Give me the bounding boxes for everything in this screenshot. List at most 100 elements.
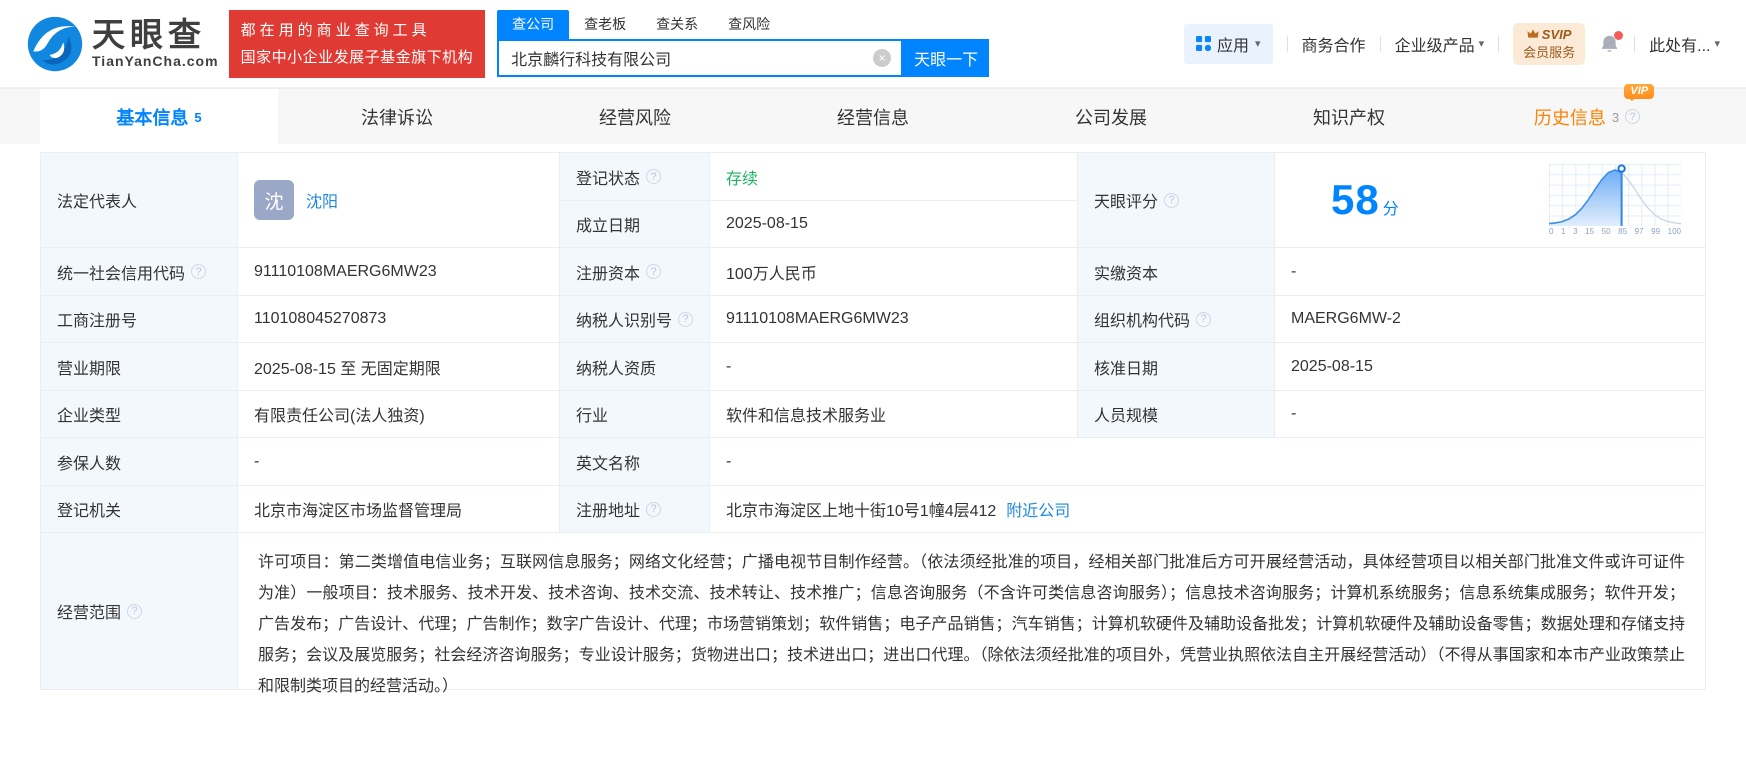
help-icon[interactable]: ? (678, 311, 693, 327)
tab-count-badge: 3 (1611, 109, 1620, 125)
tick-label: 99 (1651, 227, 1661, 236)
field-label-reg-authority: 登记机关 (41, 486, 238, 533)
value-text: 100万人民币 (726, 265, 817, 283)
status-badge: 存续 (726, 170, 759, 188)
help-icon[interactable]: ? (1625, 109, 1641, 124)
tick-label: 3 (1573, 227, 1578, 236)
curve-fill (1549, 170, 1622, 226)
chevron-down-icon: ▾ (1714, 38, 1720, 50)
field-label-business-term: 营业期限 (41, 343, 238, 391)
tick-label: 1 (1561, 227, 1566, 236)
help-icon[interactable]: ? (1164, 192, 1180, 208)
tab-count-badge: 5 (194, 109, 202, 125)
field-label-uscc: 统一社会信用代码 ? (41, 248, 238, 296)
field-label-org-code: 组织机构代码 ? (1078, 296, 1275, 343)
label-text: 英文名称 (576, 455, 641, 473)
tab-basic-info[interactable]: 基本信息 5 (40, 89, 278, 144)
clear-icon[interactable]: × (873, 48, 892, 67)
field-value-taxpayer-id: 91110108MAERG6MW23 (710, 296, 1078, 343)
apps-menu[interactable]: 应用 ▾ (1184, 23, 1273, 64)
apps-label: 应用 (1217, 37, 1250, 55)
field-label-reg-no: 工商注册号 (41, 296, 238, 343)
field-value-org-code: MAERG6MW-2 (1275, 296, 1705, 343)
search-tab-company[interactable]: 查公司 (497, 9, 570, 39)
svip-member-button[interactable]: SVIP 会员服务 (1513, 22, 1586, 65)
field-value-industry: 软件和信息技术服务业 (710, 391, 1078, 438)
search-area: 查公司 查老板 查关系 查风险 × 天眼一下 (497, 9, 990, 77)
label-text: 成立日期 (576, 218, 641, 235)
help-icon[interactable]: ? (191, 264, 207, 279)
chart-x-axis: 0 1 3 15 50 85 97 99 100 (1549, 228, 1681, 236)
nav-account-menu[interactable]: 此处有... ▾ (1649, 32, 1720, 56)
tab-company-development[interactable]: 公司发展 (992, 89, 1230, 144)
divider (1379, 35, 1381, 52)
value-text: 91110108MAERG6MW23 (726, 310, 909, 327)
label-text: 企业类型 (57, 408, 122, 425)
help-icon[interactable]: ? (1196, 311, 1212, 327)
search-tab-relation[interactable]: 查关系 (641, 10, 713, 39)
notifications-button[interactable] (1599, 30, 1624, 55)
field-label-company-type: 企业类型 (41, 391, 238, 438)
search-tab-boss[interactable]: 查老板 (569, 10, 641, 39)
nav-business-cooperation[interactable]: 商务合作 (1302, 32, 1366, 56)
search-button[interactable]: 天眼一下 (903, 38, 990, 77)
score-marker-pin (1617, 164, 1626, 173)
nav-enterprise-products[interactable]: 企业级产品 ▾ (1395, 32, 1485, 56)
label-text: 注册资本 (576, 265, 641, 283)
crown-icon (1527, 29, 1539, 38)
field-value-reg-no: 110108045270873 (238, 296, 560, 343)
tab-operating-info[interactable]: 经营信息 (754, 89, 992, 144)
score-value: 58 (1331, 176, 1380, 223)
legal-rep-link[interactable]: 沈阳 (306, 188, 338, 212)
label-text: 纳税人识别号 (576, 313, 673, 330)
help-icon[interactable]: ? (646, 264, 662, 279)
tab-operating-risk[interactable]: 经营风险 (516, 89, 754, 144)
tab-intellectual-property[interactable]: 知识产权 (1230, 89, 1468, 144)
field-label-insured-count: 参保人数 (41, 438, 238, 486)
search-input[interactable] (511, 48, 874, 67)
tab-label: 法律诉讼 (361, 107, 433, 128)
brand-name: 天眼查 (92, 16, 206, 54)
field-value-taxpayer-quality: - (710, 343, 1078, 391)
value-text: MAERG6MW-2 (1291, 310, 1401, 327)
field-label-taxpayer-id: 纳税人识别号 ? (560, 296, 710, 343)
value-text: - (726, 452, 732, 470)
slogan-line2: 国家中小企业发展子基金旗下机构 (240, 48, 474, 66)
account-label: 此处有... (1649, 37, 1711, 55)
tick-label: 15 (1585, 227, 1595, 236)
field-value-business-term: 2025-08-15 至 无固定期限 (238, 343, 560, 391)
tab-legal-proceedings[interactable]: 法律诉讼 (278, 89, 516, 144)
avatar[interactable]: 沈 (254, 180, 294, 220)
field-value-score[interactable]: 58 分 0 1 3 15 50 85 97 99 100 (1275, 153, 1705, 248)
score-number: 58 分 (1331, 176, 1399, 224)
tab-label: 知识产权 (1313, 107, 1385, 128)
field-label-establish-date: 成立日期 (560, 201, 710, 248)
label-text: 行业 (576, 408, 609, 425)
logo[interactable]: 天眼查 TianYanCha.com (26, 15, 219, 73)
value-text: - (1291, 262, 1297, 280)
field-value-reg-address: 北京市海淀区上地十街10号1幢4层412 附近公司 (710, 486, 1705, 533)
help-icon[interactable]: ? (646, 501, 662, 517)
tab-label: 公司发展 (1075, 107, 1147, 128)
search-tab-risk[interactable]: 查风险 (713, 10, 785, 39)
field-label-taxpayer-quality: 纳税人资质 (560, 343, 710, 391)
nearby-companies-link[interactable]: 附近公司 (1006, 497, 1070, 521)
field-value-uscc: 91110108MAERG6MW23 (238, 248, 560, 296)
help-icon[interactable]: ? (646, 169, 662, 184)
tab-history-info[interactable]: 历史信息 3 ? VIP (1468, 83, 1706, 144)
section-tabbar: 基本信息 5 法律诉讼 经营风险 经营信息 公司发展 知识产权 历史信息 3 ?… (0, 83, 1746, 144)
label-text: 注册地址 (576, 503, 641, 520)
value-text: - (726, 357, 732, 375)
enterprise-label: 企业级产品 (1394, 37, 1475, 55)
label-text: 组织机构代码 (1094, 313, 1191, 330)
field-value-reg-authority: 北京市海淀区市场监督管理局 (238, 486, 560, 533)
tab-label: 历史信息 (1533, 107, 1606, 128)
field-label-reg-capital: 注册资本 ? (560, 248, 710, 296)
label-text: 实缴资本 (1094, 265, 1159, 283)
tab-label: 经营风险 (599, 107, 671, 128)
label-text: 人员规模 (1094, 408, 1159, 425)
label-text: 登记机关 (57, 503, 122, 520)
help-icon[interactable]: ? (127, 603, 143, 619)
field-value-insured-count: - (238, 438, 560, 486)
svip-label: SVIP (1541, 26, 1572, 42)
